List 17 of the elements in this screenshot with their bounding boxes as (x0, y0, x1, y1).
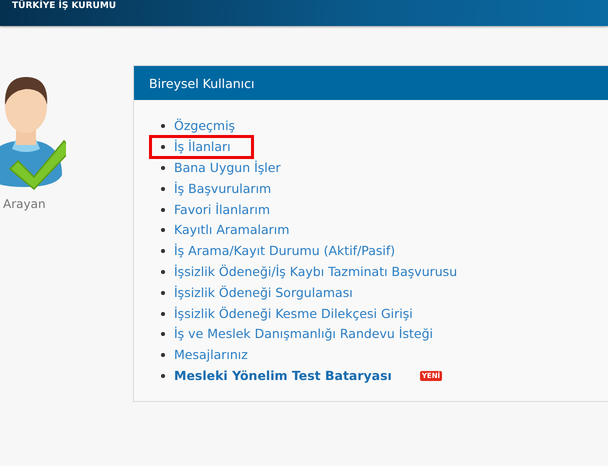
bullet-icon (161, 249, 165, 254)
bullet-icon (161, 228, 165, 232)
bullet-icon (161, 290, 165, 295)
menu-link[interactable]: İş İlanları (149, 135, 254, 160)
panel-title: Bireysel Kullanıcı (134, 66, 608, 100)
bullet-icon (161, 208, 165, 212)
bullet-icon (161, 374, 165, 378)
bullet-icon (161, 270, 165, 274)
bullet-icon (161, 166, 165, 170)
bullet-icon (161, 332, 165, 336)
bullet-icon (161, 124, 165, 128)
bullet-icon (161, 353, 165, 358)
profile-label: Arayan (3, 197, 46, 211)
org-name: TÜRKİYE İŞ KURUMU (12, 0, 116, 12)
bullet-icon (161, 186, 165, 191)
bullet-icon (161, 312, 165, 316)
bullet-icon (161, 145, 165, 150)
